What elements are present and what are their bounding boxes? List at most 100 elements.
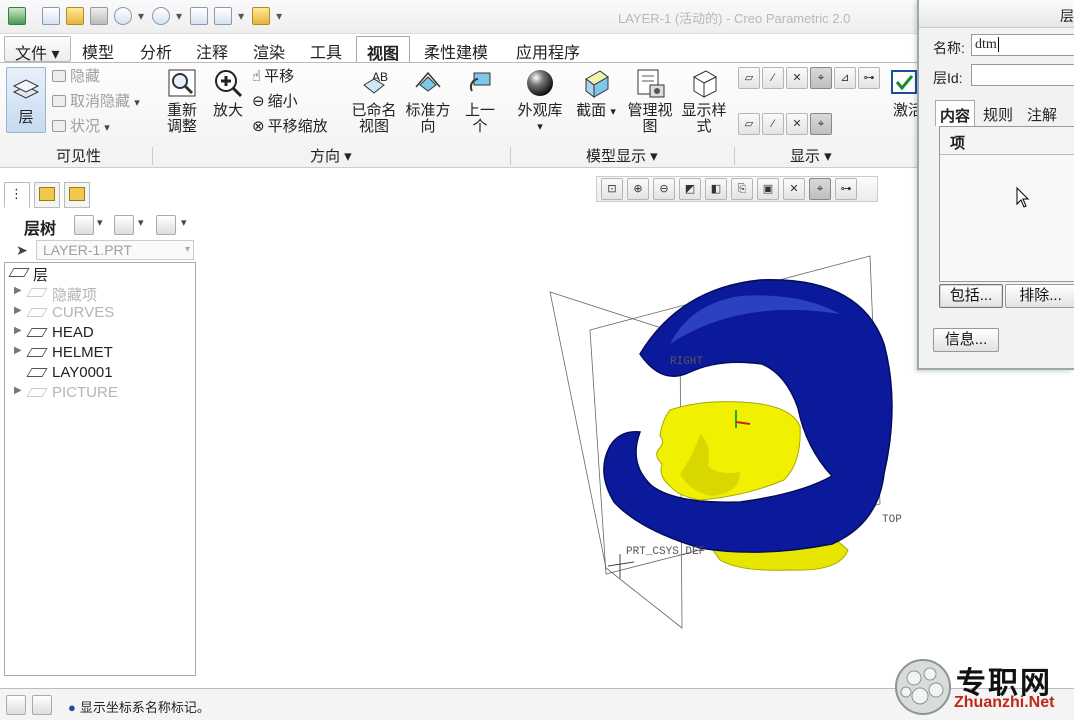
display-style-button[interactable]: 显示样式 [680,67,728,135]
view-manager-icon[interactable]: ▣ [757,178,779,200]
layer-icon [26,308,48,317]
settings-icon[interactable] [114,215,134,235]
dialog-title-bar[interactable]: 层 [919,0,1074,28]
redo-icon[interactable] [152,7,171,25]
tab-tools[interactable]: 工具 [300,36,352,62]
zoom-in-button[interactable]: 放大 [212,67,244,119]
regenerate-icon[interactable] [190,7,209,25]
plane-display-toggle[interactable]: ▱ [738,67,760,89]
save-icon[interactable] [90,7,108,25]
windows-dropdown-icon[interactable]: ▾ [238,9,244,23]
plane-tag-display-toggle[interactable]: ▱ [738,113,760,135]
tab-analysis[interactable]: 分析 [130,36,182,62]
include-button[interactable]: 包括... [939,284,1003,308]
favorites-tab-icon[interactable] [64,182,90,208]
standard-orientation-icon [415,71,441,92]
tab-view[interactable]: 视图 [356,36,411,63]
orientation-group-label: 方向 ▾ [310,148,352,165]
browser-toggle-icon[interactable] [32,695,52,715]
graphics-viewport[interactable]: RIGHT TOP PRT_CSYS_DEF [200,204,916,680]
layer-id-input[interactable] [971,64,1074,86]
plane-tag-toggle[interactable]: ⊿ [834,67,856,89]
csys-tag-display-toggle[interactable]: ⌖ [810,113,832,135]
info-button[interactable]: 信息... [933,328,999,352]
layer-ops-dropdown-icon[interactable]: ▾ [97,216,103,229]
tab-notes[interactable]: 注解 [1023,100,1061,126]
tab-file[interactable]: 文件 ▾ [4,36,71,63]
expand-arrow-icon[interactable]: ▶ [14,305,22,316]
tab-render[interactable]: 渲染 [243,36,295,62]
undo-icon[interactable] [114,7,132,25]
layer-button[interactable]: 层 [6,67,46,133]
expand-arrow-icon[interactable]: ▶ [14,325,22,336]
pan-zoom-icon: ⊗ [252,118,265,135]
layer-ops-icon[interactable] [74,215,94,235]
pointer-icon: ➤ [16,242,28,258]
activate-button[interactable]: 激活 [888,67,918,119]
tab-flexible-modeling[interactable]: 柔性建模 [414,36,498,62]
customize-icon[interactable]: ▾ [276,9,282,23]
point-display-toggle[interactable]: ✕ [786,67,808,89]
saved-views-button[interactable]: AB 已命名视图 [350,67,398,135]
pan-button[interactable]: ☝ 平移 [252,69,294,85]
appearance-gallery-button[interactable]: 外观库 ▾ [516,67,564,135]
refit-button[interactable]: 重新调整 [160,67,204,135]
redo-dropdown-icon[interactable]: ▾ [176,9,182,23]
windows-icon[interactable] [214,7,233,25]
datum-label-top: TOP [882,514,902,526]
unhide-button[interactable]: 取消隐藏 ▾ [52,94,140,111]
expand-arrow-icon[interactable]: ▶ [14,285,22,296]
tab-rules[interactable]: 规则 [979,100,1017,126]
show-dropdown-icon[interactable]: ▾ [181,216,187,229]
show-icon[interactable] [156,215,176,235]
point-tag-display-toggle[interactable]: ✕ [786,113,808,135]
expand-arrow-icon[interactable]: ▶ [14,385,22,396]
layers-icon [8,268,30,277]
display-style-icon[interactable]: ◧ [705,178,727,200]
pan-zoom-button[interactable]: ⊗ 平移缩放 [252,119,328,135]
window-title: LAYER-1 (活动的) - Creo Parametric 2.0 [618,11,851,26]
refit-icon [168,69,196,97]
repaint-icon[interactable]: ◩ [679,178,701,200]
axis-tag-display-toggle[interactable]: ⁄ [762,113,784,135]
previous-view-button[interactable]: 上一个 [458,67,502,135]
tab-applications[interactable]: 应用程序 [506,36,590,62]
zoom-in-icon[interactable]: ⊕ [627,178,649,200]
axis-display-toggle[interactable]: ⁄ [762,67,784,89]
standard-orientation-button[interactable]: 标准方向 [404,67,452,135]
settings-dropdown-icon[interactable]: ▾ [138,216,144,229]
tab-contents[interactable]: 内容 [935,100,976,126]
folder-browser-tab-icon[interactable] [34,182,60,208]
tab-annotate[interactable]: 注释 [186,36,238,62]
datum-display-icon[interactable]: ✕ [783,178,805,200]
model-tree-tab-icon[interactable]: ⋮ [4,182,30,208]
layer-name-input[interactable]: dtm [971,34,1074,56]
creo-app-icon[interactable] [8,7,26,25]
refit-icon[interactable]: ⊡ [601,178,623,200]
status-button[interactable]: 状况 ▾ [52,119,110,136]
expand-arrow-icon[interactable]: ▶ [14,345,22,356]
active-model-select[interactable]: LAYER-1.PRT ▾ [36,240,194,260]
close-window-icon[interactable] [252,7,271,25]
hide-button[interactable]: 隐藏 [52,69,100,85]
csys-display-toggle[interactable]: ⌖ [810,67,832,89]
open-icon[interactable] [66,7,84,25]
zoom-out-button[interactable]: ⊖ 缩小 [252,94,298,110]
new-icon[interactable] [42,7,60,25]
navigator-toggle-icon[interactable] [6,695,26,715]
manage-views-button[interactable]: 管理视图 [626,67,674,135]
csys-display-icon[interactable]: ⌖ [809,178,831,200]
exclude-button[interactable]: 排除... [1005,284,1074,308]
saved-views-icon[interactable]: ⎘ [731,178,753,200]
tab-model[interactable]: 模型 [72,36,124,62]
zoom-out-icon[interactable]: ⊖ [653,178,675,200]
section-button[interactable]: 截面 ▾ [572,67,620,120]
group-divider [734,147,735,165]
info-bullet-icon: ● [68,700,76,715]
undo-dropdown-icon[interactable]: ▾ [138,9,144,23]
spin-center-icon[interactable]: ⊶ [835,178,857,200]
previous-view-icon [469,72,491,92]
layer-icon [26,288,48,297]
spin-center-toggle[interactable]: ⊶ [858,67,880,89]
items-list[interactable]: 项 [939,126,1074,282]
